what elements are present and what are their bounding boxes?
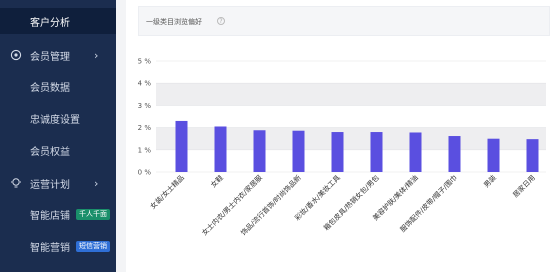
- sidebar-section-label: 会员管理: [30, 51, 70, 63]
- sidebar-item-loyalty-settings[interactable]: 忠诚度设置: [0, 105, 116, 131]
- sidebar-section-member-management[interactable]: 会员管理 ›: [0, 42, 116, 68]
- bar[interactable]: [526, 139, 539, 172]
- sidebar-item-label: 会员数据: [30, 82, 70, 94]
- sidebar-item-customer-analysis[interactable]: 客户分析: [0, 8, 116, 34]
- browse-preference-bar-chart: 0 %1 %2 %3 %4 %5 %女装/女士精品 女鞋女士内衣/男士内衣/家居服…: [138, 58, 546, 237]
- sidebar-item-smart-marketing[interactable]: 智能营销 短信营销: [0, 233, 116, 259]
- sidebar-item-smart-store[interactable]: 智能店铺 千人千面: [0, 201, 116, 227]
- x-tick-label: 女装/女士精品: [148, 173, 186, 211]
- y-tick-label: 3 %: [138, 102, 152, 110]
- x-tick-label: 女鞋: [209, 173, 225, 189]
- bar[interactable]: [292, 130, 305, 172]
- grid-band: [156, 83, 546, 106]
- y-tick-label: 4 %: [138, 80, 152, 88]
- bar[interactable]: [253, 130, 266, 172]
- bar[interactable]: [409, 132, 422, 172]
- status-badge: 短信营销: [76, 240, 110, 252]
- sidebar-item-label: 智能营销: [30, 242, 70, 254]
- y-tick-label: 1 %: [138, 146, 152, 154]
- bar[interactable]: [175, 120, 188, 172]
- sidebar-item-member-data[interactable]: 会员数据: [0, 73, 116, 99]
- bulb-icon: [10, 177, 22, 189]
- member-gear-icon: [10, 49, 22, 61]
- sidebar-item-label: 忠诚度设置: [30, 114, 80, 126]
- sidebar-section-operations-plan[interactable]: 运营计划 ›: [0, 170, 116, 196]
- x-tick-label: 居家日用: [511, 173, 537, 199]
- y-tick-label: 0 %: [138, 169, 152, 177]
- bar[interactable]: [448, 136, 461, 172]
- sidebar-item-label: 客户分析: [30, 17, 70, 29]
- chevron-right-icon: ›: [94, 176, 99, 190]
- chevron-right-icon: ›: [94, 48, 99, 62]
- sidebar-item-member-benefits[interactable]: 会员权益: [0, 137, 116, 163]
- sidebar-section-label: 运营计划: [30, 179, 70, 191]
- y-tick-label: 2 %: [138, 124, 152, 132]
- bar[interactable]: [370, 132, 383, 172]
- bar[interactable]: [487, 138, 500, 172]
- status-badge: 千人千面: [76, 208, 110, 220]
- bar[interactable]: [331, 132, 344, 172]
- chart-panel: 一级类目浏览偏好 ? 0 % 1 % 2 % 3 % 4 % 5 % 女装/女士精品 女鞋 女士…: [126, 0, 554, 272]
- sidebar-item-label: 智能店铺: [30, 210, 70, 222]
- x-tick-label: 男装: [482, 173, 498, 189]
- bar[interactable]: [214, 126, 227, 172]
- sidebar: 客户分析 会员管理 › 会员数据 忠诚度设置 会员权益 运营计划 › 智能店铺 …: [0, 0, 116, 272]
- sidebar-item-label: 会员权益: [30, 146, 70, 158]
- y-tick-label: 5 %: [138, 58, 152, 66]
